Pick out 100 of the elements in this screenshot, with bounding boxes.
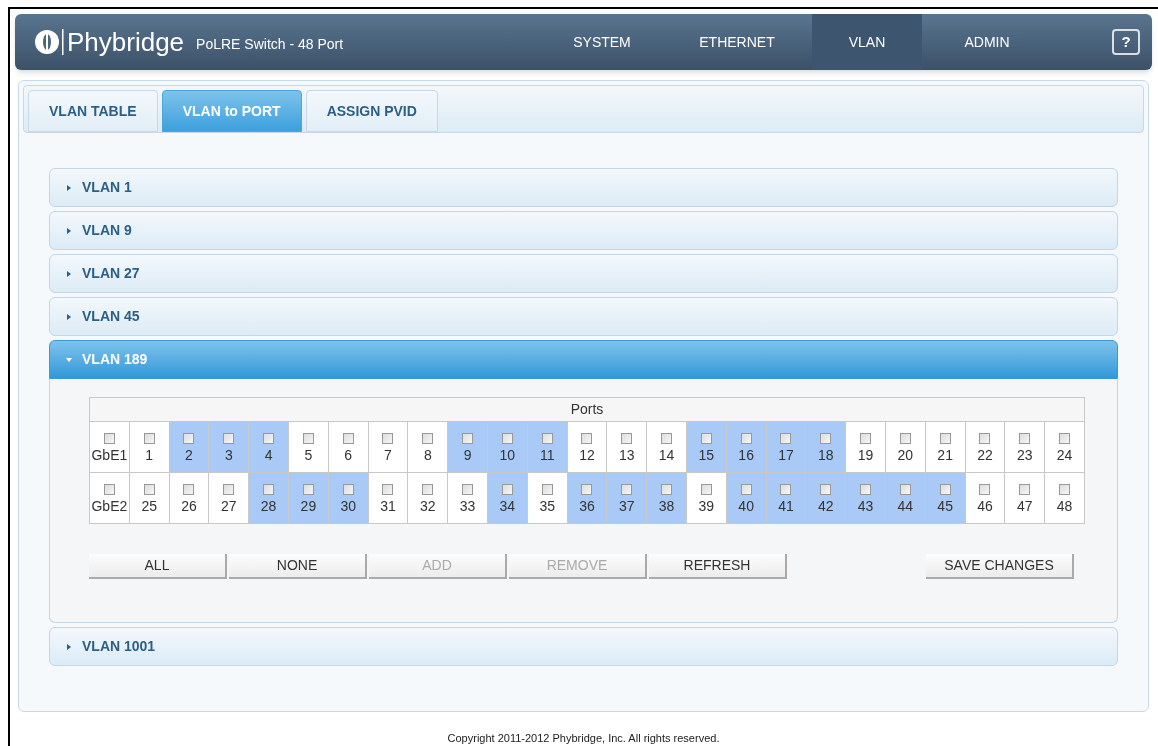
checkbox[interactable] xyxy=(462,432,474,444)
port-label: 1 xyxy=(144,447,155,462)
port-label: 39 xyxy=(697,498,716,513)
checkbox[interactable] xyxy=(302,483,314,495)
product-name: PoLRE Switch - 48 Port xyxy=(196,34,344,54)
checkbox[interactable] xyxy=(302,432,314,444)
checkbox[interactable] xyxy=(939,432,951,444)
port-label: 18 xyxy=(816,447,835,462)
checkbox[interactable] xyxy=(979,483,991,495)
port-label: 10 xyxy=(498,447,517,462)
checkbox[interactable] xyxy=(541,483,553,495)
port-label: 25 xyxy=(140,498,158,513)
checkbox[interactable] xyxy=(342,432,354,444)
checkbox[interactable] xyxy=(700,432,712,444)
nav-tab[interactable]: ETHERNET xyxy=(662,14,812,70)
checkbox[interactable] xyxy=(382,432,394,444)
checkbox[interactable] xyxy=(581,432,593,444)
checkbox[interactable] xyxy=(581,483,593,495)
checkbox[interactable] xyxy=(103,432,115,444)
port-label: 24 xyxy=(1055,447,1074,462)
checkbox[interactable] xyxy=(541,432,553,444)
port-label: 19 xyxy=(856,447,875,462)
checkbox[interactable] xyxy=(143,432,155,444)
checkbox[interactable] xyxy=(661,483,673,495)
action-button[interactable]: SAVE CHANGES xyxy=(926,554,1074,579)
checkbox[interactable] xyxy=(939,483,951,495)
port-label: 9 xyxy=(462,447,473,462)
action-button[interactable]: REFRESH xyxy=(649,554,787,579)
port-label: 23 xyxy=(1015,447,1034,462)
port-label: 15 xyxy=(697,447,716,462)
checkbox[interactable] xyxy=(183,432,195,444)
checkbox[interactable] xyxy=(979,432,991,444)
port-label: 27 xyxy=(220,498,238,513)
checkbox[interactable] xyxy=(899,483,911,495)
tab[interactable]: ASSIGN PVID xyxy=(305,90,438,132)
checkbox[interactable] xyxy=(899,432,911,444)
accordion-header[interactable]: VLAN 1 xyxy=(49,168,1118,207)
checkbox[interactable] xyxy=(780,432,792,444)
accordion-header[interactable]: VLAN 27 xyxy=(49,254,1118,293)
checkbox[interactable] xyxy=(501,483,513,495)
accordion-header[interactable]: VLAN 45 xyxy=(49,297,1118,336)
checkbox[interactable] xyxy=(183,483,195,495)
caret-icon xyxy=(66,643,72,650)
port-label: 36 xyxy=(578,498,596,513)
checkbox[interactable] xyxy=(103,483,115,495)
copyright-text: Copyright 2011-2012 Phybridge, Inc. All rights reserved. xyxy=(446,730,721,746)
checkbox[interactable] xyxy=(1059,432,1071,444)
port-label: GbE1 xyxy=(90,447,129,462)
checkbox[interactable] xyxy=(820,483,832,495)
port-label: 17 xyxy=(777,447,795,462)
checkbox[interactable] xyxy=(342,483,354,495)
checkbox[interactable] xyxy=(143,483,155,495)
checkbox[interactable] xyxy=(700,483,712,495)
checkbox[interactable] xyxy=(820,432,832,444)
checkbox[interactable] xyxy=(860,432,872,444)
nav-tab[interactable]: ADMIN xyxy=(922,14,1052,70)
action-button[interactable]: ALL xyxy=(89,554,227,579)
port-label: 12 xyxy=(578,447,596,462)
caret-icon xyxy=(66,184,72,191)
checkbox[interactable] xyxy=(223,483,235,495)
checkbox[interactable] xyxy=(1019,483,1031,495)
checkbox[interactable] xyxy=(780,483,792,495)
checkbox[interactable] xyxy=(263,483,275,495)
port-label: 21 xyxy=(936,447,954,462)
vlan-label: VLAN 45 xyxy=(82,307,140,326)
tab[interactable]: VLAN TABLE xyxy=(28,90,158,132)
help-button[interactable]: ? xyxy=(1112,29,1140,55)
checkbox[interactable] xyxy=(860,483,872,495)
caret-icon xyxy=(66,356,72,363)
checkbox[interactable] xyxy=(422,432,434,444)
checkbox[interactable] xyxy=(621,432,633,444)
port-label: 30 xyxy=(339,498,357,513)
vlan-label: VLAN 1 xyxy=(82,178,132,197)
port-label: 16 xyxy=(737,447,755,462)
checkbox[interactable] xyxy=(501,432,513,444)
checkbox[interactable] xyxy=(621,483,633,495)
port-label: 26 xyxy=(180,498,198,513)
caret-icon xyxy=(66,227,72,234)
port-label: 7 xyxy=(383,447,393,462)
port-label: 35 xyxy=(538,498,556,513)
checkbox[interactable] xyxy=(740,432,752,444)
vlan-label: VLAN 1001 xyxy=(82,637,156,656)
checkbox[interactable] xyxy=(661,432,673,444)
checkbox[interactable] xyxy=(1059,483,1071,495)
checkbox[interactable] xyxy=(462,483,474,495)
port-label: 41 xyxy=(777,498,795,513)
nav-tab[interactable]: SYSTEM xyxy=(542,14,662,70)
nav-tab[interactable]: VLAN xyxy=(812,14,922,70)
port-label: 4 xyxy=(263,447,274,462)
accordion-header[interactable]: VLAN 9 xyxy=(49,211,1118,250)
checkbox[interactable] xyxy=(422,483,434,495)
checkbox[interactable] xyxy=(263,432,275,444)
action-button[interactable]: NONE xyxy=(229,554,367,579)
port-label: 45 xyxy=(936,498,954,513)
checkbox[interactable] xyxy=(740,483,752,495)
checkbox[interactable] xyxy=(223,432,235,444)
checkbox[interactable] xyxy=(382,483,394,495)
checkbox[interactable] xyxy=(1019,432,1031,444)
accordion-header[interactable]: VLAN 1001 xyxy=(49,627,1118,666)
port-label: 44 xyxy=(896,498,915,513)
